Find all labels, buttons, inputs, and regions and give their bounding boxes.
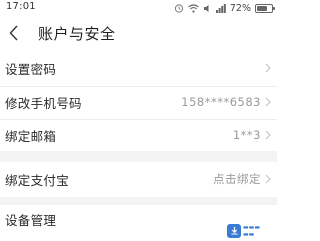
status-bar: 17:01 72% [0, 0, 277, 16]
sound-icon [203, 4, 212, 13]
battery-fill [257, 5, 267, 11]
setting-value: 158****6583 [181, 95, 261, 109]
signal-icon [215, 3, 226, 13]
setting-row-email[interactable]: 绑定邮箱 1**3 [0, 120, 277, 150]
section-gap [0, 197, 277, 205]
setting-value: 1**3 [232, 128, 261, 142]
setting-label: 修改手机号码 [5, 95, 82, 111]
chevron-left-icon[interactable] [6, 22, 20, 44]
status-time: 17:01 [6, 1, 36, 12]
setting-row-alipay[interactable]: 绑定支付宝 点击绑定 [0, 162, 277, 196]
navigation-header: 账户与安全 [0, 16, 277, 50]
chevron-right-icon [265, 174, 271, 184]
alarm-icon [174, 3, 184, 13]
setting-label: 设备管理 [5, 212, 57, 228]
logo-icon [227, 223, 241, 238]
logo-mark: ▬▬▬ ▬▬ [243, 223, 261, 238]
chevron-right-icon [265, 97, 271, 107]
setting-value: 点击绑定 [213, 172, 261, 186]
chevron-right-icon [265, 63, 271, 73]
battery-percent: 72% [229, 2, 251, 14]
setting-row-phone[interactable]: 修改手机号码 158****6583 [0, 87, 277, 117]
setting-label: 设置密码 [5, 61, 57, 77]
chevron-right-icon [265, 130, 271, 140]
page-title: 账户与安全 [38, 25, 116, 43]
section-gap [0, 151, 277, 162]
setting-label: 绑定邮箱 [5, 128, 57, 144]
wifi-icon [188, 3, 199, 13]
watermark-logo: ▬▬▬ ▬▬ [227, 222, 275, 239]
setting-row-password[interactable]: 设置密码 [0, 53, 277, 83]
setting-label: 绑定支付宝 [5, 172, 70, 188]
status-icons: 72% [174, 2, 275, 14]
battery-icon [255, 3, 275, 13]
